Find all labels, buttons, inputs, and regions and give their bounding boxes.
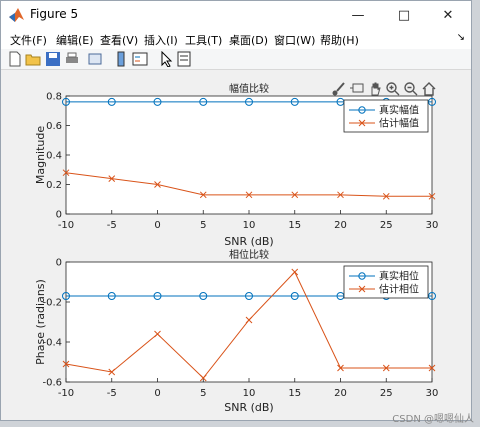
chart1-x-tick-label: 0	[154, 220, 160, 231]
chart1-x-tick-label: 5	[200, 220, 206, 231]
chart2-x-tick-label: 25	[380, 388, 393, 399]
chart1-x-tick-label: -5	[107, 220, 117, 231]
chart2-x-tick-label: 5	[200, 388, 206, 399]
chart1-x-tick-label: 25	[380, 220, 393, 231]
chart1-x-tick-label: 30	[426, 220, 439, 231]
watermark-text: CSDN @嗯嗯仙人	[392, 414, 474, 425]
chart2-x-tick-label: 30	[426, 388, 439, 399]
chart1-x-label: SNR (dB)	[224, 235, 273, 248]
chart2-x-tick-label: 20	[334, 388, 347, 399]
chart1-x-tick-label: 20	[334, 220, 347, 231]
chart2-y-tick-label: -0.6	[42, 378, 62, 389]
chart-canvas: 幅值比较 -10 -5 0 5 10 15 20 25 30 0 0.2 0.4 0.6 0.8 SNR (d…	[34, 82, 439, 414]
chart2-x-tick-label: -5	[107, 388, 117, 399]
home-icon[interactable]	[421, 81, 437, 97]
chart2-x-tick-label: 15	[288, 388, 301, 399]
desktop-background	[472, 0, 480, 427]
chart1-y-tick-label: 0.8	[46, 92, 62, 103]
brush-icon[interactable]	[331, 81, 347, 97]
chart1-y-label: Magnitude	[34, 126, 47, 185]
chart1-x-tick-label: -10	[58, 220, 74, 231]
chart1-title: 幅值比较	[229, 82, 269, 95]
zoom-in-icon[interactable]	[385, 81, 401, 97]
chart1-legend-label: 估计幅值	[379, 117, 419, 130]
chart2-x-tick-label: 10	[243, 388, 256, 399]
chart2-y-label: Phase (radians)	[34, 279, 47, 365]
zoom-out-icon[interactable]	[403, 81, 419, 97]
chart1-legend-label: 真实幅值	[379, 104, 419, 117]
chart2-title: 相位比较	[229, 248, 269, 261]
chart1-y-tick-label: 0.4	[46, 151, 62, 162]
chart2-legend-label: 估计相位	[379, 283, 419, 296]
chart1-y-tick-label: 0.6	[46, 121, 62, 132]
chart2-y-tick-label: 0	[56, 258, 62, 269]
pan-icon[interactable]	[367, 81, 383, 97]
chart2-x-tick-label: -10	[58, 388, 74, 399]
data-tips-icon[interactable]	[349, 81, 365, 97]
chart1-x-tick-label: 15	[288, 220, 301, 231]
chart1-y-tick-label: 0.2	[46, 180, 62, 191]
chart2-x-label: SNR (dB)	[224, 401, 273, 414]
chart1-y-tick-label: 0	[56, 210, 62, 221]
chart2-legend-label: 真实相位	[379, 270, 419, 283]
chart1-x-tick-label: 10	[243, 220, 256, 231]
chart2-x-tick-label: 0	[154, 388, 160, 399]
